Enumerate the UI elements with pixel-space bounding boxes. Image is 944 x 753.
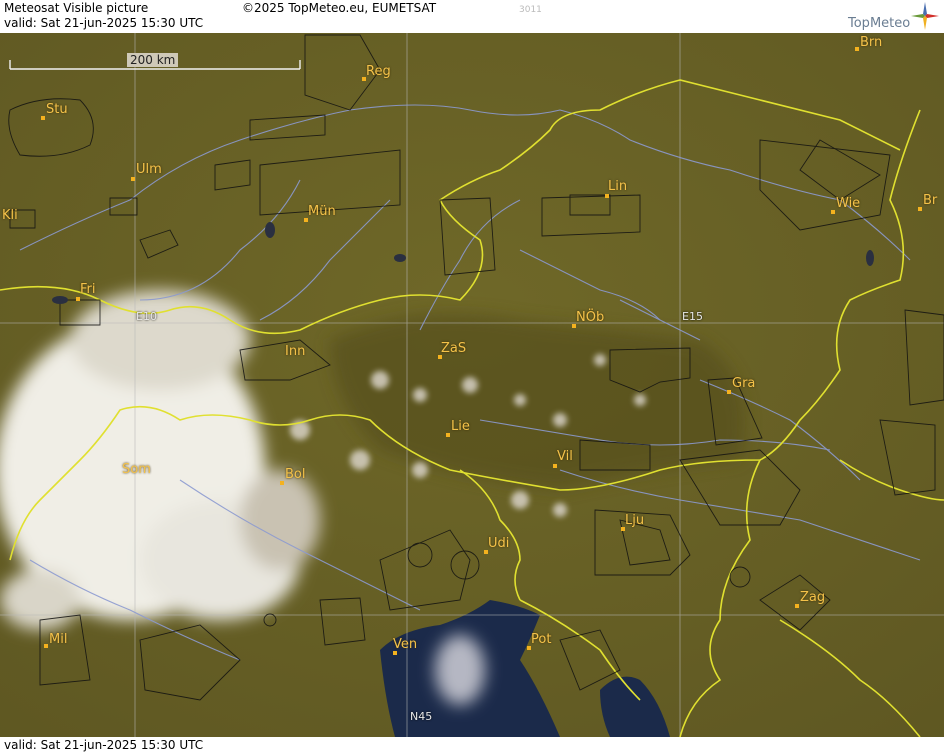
- city-marker: [605, 194, 609, 198]
- valid-time: valid: Sat 21-jun-2025 15:30 UTC: [4, 16, 204, 30]
- city-label-brn[interactable]: Brn: [860, 35, 882, 50]
- city-label-lie[interactable]: Lie: [451, 419, 470, 434]
- city-label-gra[interactable]: Gra: [732, 376, 755, 391]
- city-label-som[interactable]: Som: [122, 462, 151, 477]
- map-canvas: [0, 33, 944, 737]
- city-marker: [44, 644, 48, 648]
- city-label-fri[interactable]: Fri: [80, 282, 96, 297]
- footer-valid-time: valid: Sat 21-jun-2025 15:30 UTC: [4, 738, 204, 752]
- city-label-lin[interactable]: Lin: [608, 179, 627, 194]
- city-label-pot[interactable]: Pot: [531, 632, 551, 647]
- copyright: ©2025 TopMeteo.eu, EUMETSAT: [242, 1, 437, 15]
- product-title: Meteosat Visible picture: [4, 1, 149, 15]
- city-label-mil[interactable]: Mil: [49, 632, 67, 647]
- city-marker: [76, 297, 80, 301]
- city-marker: [855, 47, 859, 51]
- city-label-zas[interactable]: ZaS: [441, 341, 466, 356]
- city-label-mun[interactable]: Mün: [308, 204, 336, 219]
- city-label-ven[interactable]: Ven: [393, 637, 417, 652]
- city-label-inn[interactable]: Inn: [285, 344, 305, 359]
- compass-star-icon: [911, 2, 939, 30]
- city-label-br[interactable]: Br: [923, 193, 937, 208]
- city-marker: [280, 481, 284, 485]
- scale-bar-label: 200 km: [127, 53, 179, 67]
- city-marker: [795, 604, 799, 608]
- grid-label-n45: N45: [410, 710, 433, 723]
- city-label-nob[interactable]: NÖb: [576, 310, 604, 325]
- city-label-lju[interactable]: Lju: [625, 513, 644, 528]
- city-label-udi[interactable]: Udi: [488, 536, 509, 551]
- city-label-reg[interactable]: Reg: [366, 64, 391, 79]
- city-marker: [41, 116, 45, 120]
- city-marker: [131, 177, 135, 181]
- city-label-vil[interactable]: Vil: [557, 449, 573, 464]
- city-label-stu[interactable]: Stu: [46, 102, 68, 117]
- city-marker: [831, 210, 835, 214]
- city-marker: [446, 433, 450, 437]
- city-label-ulm[interactable]: Ulm: [136, 162, 162, 177]
- city-label-bol[interactable]: Bol: [285, 467, 305, 482]
- city-label-zag[interactable]: Zag: [800, 590, 825, 605]
- city-label-wie[interactable]: Wie: [836, 196, 860, 211]
- satellite-map[interactable]: 200 km E10 E15 N45 Brn Reg Stu Ulm Mün L…: [0, 33, 944, 737]
- city-marker: [918, 207, 922, 211]
- city-label-kli[interactable]: Kli: [2, 208, 18, 223]
- grid-label-e10: E10: [136, 310, 157, 323]
- header-bar: Meteosat Visible picture valid: Sat 21-j…: [0, 0, 944, 34]
- footer-bar: valid: Sat 21-jun-2025 15:30 UTC: [0, 737, 944, 753]
- city-marker: [727, 390, 731, 394]
- grid-label-e15: E15: [682, 310, 703, 323]
- city-marker: [553, 464, 557, 468]
- image-code: 3011: [519, 5, 542, 15]
- topmeteo-logo[interactable]: TopMeteo: [848, 16, 910, 31]
